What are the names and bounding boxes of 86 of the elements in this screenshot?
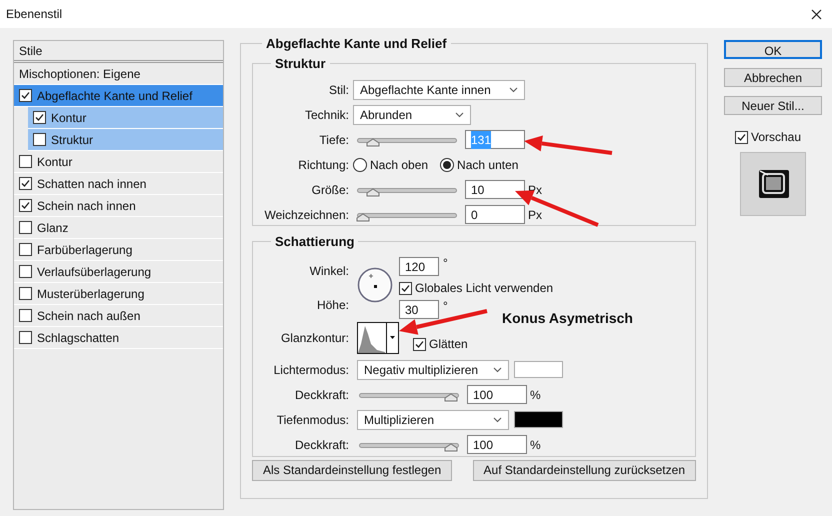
chevron-icon bbox=[493, 366, 502, 372]
chevron-icon bbox=[509, 86, 518, 92]
checkbox[interactable] bbox=[735, 130, 748, 144]
field-label: Deckkraft: bbox=[294, 436, 350, 454]
field-label: Stil: bbox=[328, 82, 350, 98]
color-swatch[interactable] bbox=[514, 361, 563, 378]
unit-label: % bbox=[530, 436, 541, 454]
number-field[interactable]: 100 bbox=[467, 435, 527, 454]
style-item[interactable]: Schlagschatten bbox=[14, 327, 223, 349]
field-label: Winkel: bbox=[308, 263, 350, 280]
slider-thumb[interactable] bbox=[366, 188, 380, 197]
number-field[interactable]: 10 bbox=[465, 180, 525, 199]
unit-label: ° bbox=[443, 298, 448, 315]
checkbox[interactable] bbox=[19, 331, 32, 344]
section-title: Schattierung bbox=[274, 232, 356, 251]
slider-thumb[interactable] bbox=[356, 213, 370, 222]
preview-drawing bbox=[740, 152, 806, 216]
dialog-button[interactable]: Abbrechen bbox=[724, 68, 822, 87]
style-item[interactable]: Glanz bbox=[14, 217, 223, 239]
color-swatch[interactable] bbox=[514, 411, 563, 428]
angle-dial[interactable] bbox=[357, 267, 393, 303]
radio-button[interactable]: Nach oben bbox=[353, 156, 428, 174]
field-label: Lichtermodus: bbox=[272, 362, 350, 378]
field-label: Weichzeichnen: bbox=[264, 206, 350, 224]
section-title: Struktur bbox=[274, 54, 327, 72]
unit-label: ° bbox=[443, 255, 448, 272]
checkbox[interactable] bbox=[19, 199, 32, 212]
unit-label: Px bbox=[528, 206, 542, 224]
annotation-text: Konus Asymetrisch bbox=[502, 309, 633, 328]
style-item[interactable]: Abgeflachte Kante und Relief bbox=[14, 85, 223, 107]
style-item[interactable]: Farbüberlagerung bbox=[14, 239, 223, 261]
window-title: Ebenenstil bbox=[6, 6, 62, 23]
field-label: Höhe: bbox=[316, 297, 350, 314]
style-item[interactable]: Schein nach innen bbox=[14, 195, 223, 217]
slider-thumb[interactable] bbox=[366, 138, 380, 147]
style-item[interactable]: Musterüberlagerung bbox=[14, 283, 223, 305]
style-item[interactable]: Verlaufsüberlagerung bbox=[14, 261, 223, 283]
checkbox[interactable] bbox=[413, 338, 426, 350]
checkbox[interactable] bbox=[19, 89, 32, 102]
checkbox[interactable] bbox=[19, 155, 32, 168]
contour-picker[interactable] bbox=[357, 322, 399, 354]
radio-button[interactable]: Nach unten bbox=[440, 156, 518, 174]
dropdown[interactable]: Multiplizieren bbox=[357, 410, 509, 430]
style-item[interactable]: Struktur bbox=[28, 129, 223, 151]
checkbox-option[interactable]: Vorschau bbox=[735, 128, 822, 146]
dropdown[interactable]: Abrunden bbox=[353, 104, 471, 124]
dropdown[interactable]: Abgeflachte Kante innen bbox=[353, 80, 525, 100]
dialog-button[interactable]: OK bbox=[724, 40, 822, 59]
panel-header: Stile bbox=[19, 42, 42, 60]
close-icon[interactable] bbox=[811, 8, 822, 20]
field-label: Größe: bbox=[310, 182, 350, 198]
checkbox[interactable] bbox=[19, 265, 32, 278]
style-item[interactable]: Kontur bbox=[28, 107, 223, 129]
checkbox[interactable] bbox=[19, 287, 32, 300]
number-field[interactable]: 120 bbox=[399, 257, 439, 276]
chevron-icon bbox=[455, 112, 464, 118]
style-item[interactable]: Schein nach außen bbox=[14, 305, 223, 327]
field-label: Glanzkontur: bbox=[280, 330, 350, 347]
checkbox[interactable] bbox=[33, 133, 46, 146]
dropdown[interactable]: Negativ multiplizieren bbox=[357, 360, 509, 380]
number-field[interactable]: 30 bbox=[399, 300, 439, 319]
action-button[interactable]: Als Standardeinstellung festlegen bbox=[252, 460, 452, 480]
field-label: Technik: bbox=[304, 106, 350, 124]
checkbox[interactable] bbox=[19, 221, 32, 234]
checkbox[interactable] bbox=[19, 243, 32, 256]
checkbox-option[interactable]: Glätten bbox=[413, 335, 468, 353]
unit-label: % bbox=[530, 386, 541, 404]
style-item[interactable]: Schatten nach innen bbox=[14, 173, 223, 195]
field-label: Richtung: bbox=[297, 156, 350, 174]
checkbox[interactable] bbox=[19, 309, 32, 322]
section-title: Abgeflachte Kante und Relief bbox=[265, 35, 448, 53]
chevron-icon bbox=[493, 416, 502, 422]
checkbox[interactable] bbox=[19, 177, 32, 190]
slider-thumb[interactable] bbox=[444, 393, 458, 402]
action-button[interactable]: Auf Standardeinstellung zurücksetzen bbox=[472, 460, 696, 480]
field-label: Tiefenmodus: bbox=[276, 412, 350, 428]
number-field[interactable]: 100 bbox=[467, 385, 527, 404]
checkbox-option[interactable]: Globales Licht verwenden bbox=[399, 279, 554, 297]
style-item[interactable]: Kontur bbox=[14, 151, 223, 173]
field-label: Deckkraft: bbox=[294, 386, 350, 404]
checkbox[interactable] bbox=[33, 111, 46, 124]
number-field[interactable]: 0 bbox=[465, 205, 525, 224]
dialog-button[interactable]: Neuer Stil... bbox=[724, 96, 822, 115]
slider-thumb[interactable] bbox=[444, 443, 458, 452]
checkbox[interactable] bbox=[399, 282, 412, 294]
field-label: Tiefe: bbox=[318, 132, 350, 148]
